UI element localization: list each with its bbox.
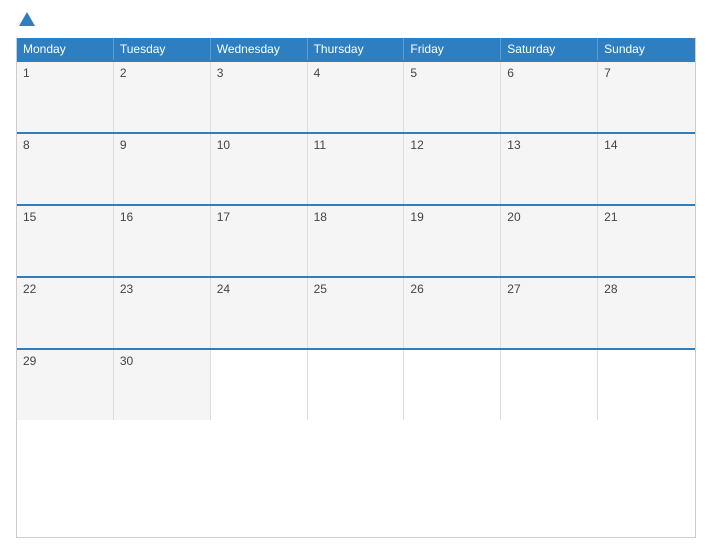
day-cell: 18 [308, 206, 405, 276]
page: MondayTuesdayWednesdayThursdayFridaySatu… [0, 0, 712, 550]
day-cell: 28 [598, 278, 695, 348]
day-cell: 8 [17, 134, 114, 204]
day-number: 2 [120, 66, 127, 80]
day-cell: 15 [17, 206, 114, 276]
day-headers: MondayTuesdayWednesdayThursdayFridaySatu… [17, 38, 695, 60]
day-header-tuesday: Tuesday [114, 38, 211, 60]
day-number: 19 [410, 210, 423, 224]
day-number: 30 [120, 354, 133, 368]
day-header-sunday: Sunday [598, 38, 695, 60]
day-header-friday: Friday [404, 38, 501, 60]
day-number: 27 [507, 282, 520, 296]
day-header-saturday: Saturday [501, 38, 598, 60]
day-cell: 23 [114, 278, 211, 348]
day-number: 16 [120, 210, 133, 224]
week-row-3: 15 16 17 18 19 20 21 [17, 204, 695, 276]
week-row-5: 29 30 [17, 348, 695, 420]
week-row-2: 8 9 10 11 12 13 14 [17, 132, 695, 204]
day-number: 21 [604, 210, 617, 224]
day-number: 15 [23, 210, 36, 224]
day-header-thursday: Thursday [308, 38, 405, 60]
day-cell: 4 [308, 62, 405, 132]
day-cell [501, 350, 598, 420]
day-number: 28 [604, 282, 617, 296]
day-cell: 19 [404, 206, 501, 276]
day-number: 22 [23, 282, 36, 296]
day-cell: 1 [17, 62, 114, 132]
day-number: 7 [604, 66, 611, 80]
weeks-container: 1234567891011121314151617181920212223242… [17, 60, 695, 420]
day-cell [308, 350, 405, 420]
day-cell: 3 [211, 62, 308, 132]
day-number: 18 [314, 210, 327, 224]
day-cell [598, 350, 695, 420]
day-number: 25 [314, 282, 327, 296]
week-row-1: 1 2 3 4 5 6 7 [17, 60, 695, 132]
day-cell: 11 [308, 134, 405, 204]
day-number: 20 [507, 210, 520, 224]
day-cell: 16 [114, 206, 211, 276]
day-cell: 27 [501, 278, 598, 348]
day-cell: 25 [308, 278, 405, 348]
header [16, 12, 696, 28]
day-cell: 10 [211, 134, 308, 204]
day-number: 24 [217, 282, 230, 296]
day-header-wednesday: Wednesday [211, 38, 308, 60]
day-number: 9 [120, 138, 127, 152]
day-number: 12 [410, 138, 423, 152]
calendar: MondayTuesdayWednesdayThursdayFridaySatu… [16, 38, 696, 538]
day-header-monday: Monday [17, 38, 114, 60]
day-number: 23 [120, 282, 133, 296]
day-number: 6 [507, 66, 514, 80]
day-cell: 22 [17, 278, 114, 348]
day-cell: 2 [114, 62, 211, 132]
day-cell: 20 [501, 206, 598, 276]
week-row-4: 22 23 24 25 26 27 28 [17, 276, 695, 348]
day-cell: 5 [404, 62, 501, 132]
day-cell: 14 [598, 134, 695, 204]
day-number: 14 [604, 138, 617, 152]
day-number: 1 [23, 66, 30, 80]
day-cell: 13 [501, 134, 598, 204]
day-number: 26 [410, 282, 423, 296]
day-cell: 6 [501, 62, 598, 132]
day-cell: 26 [404, 278, 501, 348]
day-cell: 29 [17, 350, 114, 420]
day-number: 4 [314, 66, 321, 80]
logo-triangle-icon [19, 12, 35, 26]
day-number: 11 [314, 138, 326, 152]
day-cell: 24 [211, 278, 308, 348]
day-cell: 12 [404, 134, 501, 204]
day-cell: 9 [114, 134, 211, 204]
day-cell: 21 [598, 206, 695, 276]
day-cell [211, 350, 308, 420]
day-cell: 17 [211, 206, 308, 276]
day-number: 8 [23, 138, 30, 152]
logo [16, 12, 35, 28]
day-cell: 30 [114, 350, 211, 420]
day-cell: 7 [598, 62, 695, 132]
day-number: 13 [507, 138, 520, 152]
day-number: 5 [410, 66, 417, 80]
day-number: 17 [217, 210, 230, 224]
day-number: 10 [217, 138, 230, 152]
day-number: 29 [23, 354, 36, 368]
day-number: 3 [217, 66, 224, 80]
day-cell [404, 350, 501, 420]
